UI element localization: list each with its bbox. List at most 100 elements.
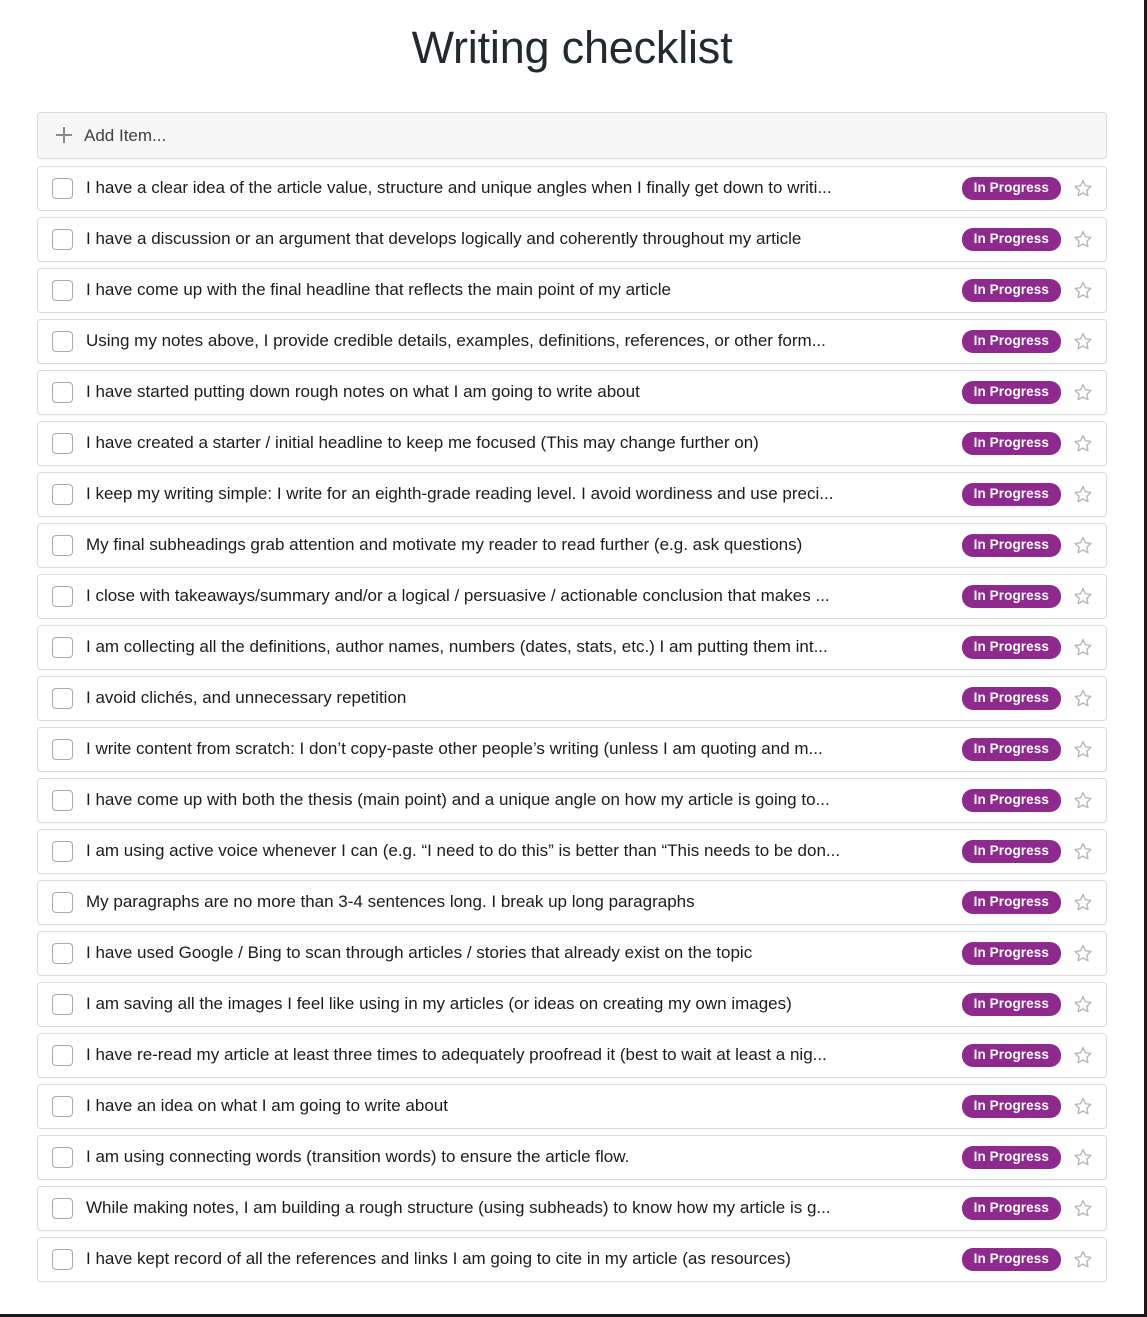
checklist-item-row[interactable]: I close with takeaways/summary and/or a …: [37, 573, 1107, 619]
star-outline-icon[interactable]: [1072, 1146, 1094, 1168]
checkbox-icon[interactable]: [52, 687, 73, 709]
checklist-item-row[interactable]: I have used Google / Bing to scan throug…: [37, 930, 1107, 976]
checkbox-icon[interactable]: [52, 993, 73, 1015]
checklist-item-row[interactable]: I have started putting down rough notes …: [37, 369, 1107, 415]
status-badge[interactable]: In Progress: [961, 636, 1061, 659]
star-outline-icon[interactable]: [1072, 738, 1094, 760]
checklist-item-row[interactable]: I have come up with the final headline t…: [37, 267, 1107, 313]
checklist-item-row[interactable]: I have a clear idea of the article value…: [37, 165, 1107, 211]
checkbox-icon[interactable]: [52, 1197, 73, 1219]
checklist-container: Add Item... I have a clear idea of the a…: [37, 111, 1107, 1282]
checklist-item-row[interactable]: I have a discussion or an argument that …: [37, 216, 1107, 262]
checklist-item-label: I have come up with the final headline t…: [86, 280, 671, 300]
checklist-item-row[interactable]: I have kept record of all the references…: [37, 1236, 1107, 1282]
checklist-item-row[interactable]: My paragraphs are no more than 3-4 sente…: [37, 879, 1107, 925]
checklist-item-row[interactable]: I keep my writing simple: I write for an…: [37, 471, 1107, 517]
checklist-item-label: I have a discussion or an argument that …: [86, 229, 802, 249]
star-outline-icon[interactable]: [1072, 279, 1094, 301]
checkbox-icon[interactable]: [52, 330, 73, 352]
status-badge[interactable]: In Progress: [961, 279, 1061, 302]
status-badge[interactable]: In Progress: [961, 993, 1061, 1016]
checklist-items: I have a clear idea of the article value…: [37, 165, 1107, 1282]
checkbox-icon[interactable]: [52, 636, 73, 658]
checkbox-icon[interactable]: [52, 483, 73, 505]
status-badge[interactable]: In Progress: [961, 1044, 1061, 1067]
status-badge[interactable]: In Progress: [961, 534, 1061, 557]
add-item-row[interactable]: Add Item...: [37, 111, 1107, 159]
checkbox-icon[interactable]: [52, 279, 73, 301]
checkbox-icon[interactable]: [52, 228, 73, 250]
checklist-item-label: I have an idea on what I am going to wri…: [86, 1096, 448, 1116]
checklist-item-label: I write content from scratch: I don’t co…: [86, 739, 823, 759]
checkbox-icon[interactable]: [52, 381, 73, 403]
star-outline-icon[interactable]: [1072, 636, 1094, 658]
star-outline-icon[interactable]: [1072, 942, 1094, 964]
checkbox-icon[interactable]: [52, 942, 73, 964]
status-badge[interactable]: In Progress: [961, 942, 1061, 965]
page-title: Writing checklist: [411, 22, 733, 73]
status-badge[interactable]: In Progress: [961, 381, 1061, 404]
checklist-item-row[interactable]: I am saving all the images I feel like u…: [37, 981, 1107, 1027]
star-outline-icon[interactable]: [1072, 177, 1094, 199]
checkbox-icon[interactable]: [52, 177, 73, 199]
checkbox-icon[interactable]: [52, 789, 73, 811]
checkbox-icon[interactable]: [52, 1044, 73, 1066]
status-badge[interactable]: In Progress: [961, 330, 1061, 353]
checklist-item-row[interactable]: Using my notes above, I provide credible…: [37, 318, 1107, 364]
status-badge[interactable]: In Progress: [961, 738, 1061, 761]
checkbox-icon[interactable]: [52, 1095, 73, 1117]
status-badge[interactable]: In Progress: [961, 1248, 1061, 1271]
star-outline-icon[interactable]: [1072, 534, 1094, 556]
checklist-item-row[interactable]: I avoid clichés, and unnecessary repetit…: [37, 675, 1107, 721]
status-badge[interactable]: In Progress: [961, 483, 1061, 506]
status-badge[interactable]: In Progress: [961, 1197, 1061, 1220]
checklist-item-label: Using my notes above, I provide credible…: [86, 331, 826, 351]
status-badge[interactable]: In Progress: [961, 177, 1061, 200]
checklist-item-label: I avoid clichés, and unnecessary repetit…: [86, 688, 407, 708]
star-outline-icon[interactable]: [1072, 432, 1094, 454]
status-badge[interactable]: In Progress: [961, 228, 1061, 251]
star-outline-icon[interactable]: [1072, 330, 1094, 352]
star-outline-icon[interactable]: [1072, 1044, 1094, 1066]
checklist-item-label: I have started putting down rough notes …: [86, 382, 640, 402]
status-badge[interactable]: In Progress: [961, 687, 1061, 710]
checkbox-icon[interactable]: [52, 1248, 73, 1270]
checklist-item-row[interactable]: While making notes, I am building a roug…: [37, 1185, 1107, 1231]
status-badge[interactable]: In Progress: [961, 891, 1061, 914]
checklist-item-row[interactable]: I am using connecting words (transition …: [37, 1134, 1107, 1180]
status-badge[interactable]: In Progress: [961, 789, 1061, 812]
checkbox-icon[interactable]: [52, 1146, 73, 1168]
status-badge[interactable]: In Progress: [961, 1146, 1061, 1169]
checklist-item-row[interactable]: I have created a starter / initial headl…: [37, 420, 1107, 466]
checkbox-icon[interactable]: [52, 738, 73, 760]
star-outline-icon[interactable]: [1072, 1197, 1094, 1219]
star-outline-icon[interactable]: [1072, 993, 1094, 1015]
status-badge[interactable]: In Progress: [961, 585, 1061, 608]
star-outline-icon[interactable]: [1072, 483, 1094, 505]
star-outline-icon[interactable]: [1072, 1248, 1094, 1270]
checklist-item-row[interactable]: I write content from scratch: I don’t co…: [37, 726, 1107, 772]
star-outline-icon[interactable]: [1072, 381, 1094, 403]
star-outline-icon[interactable]: [1072, 1095, 1094, 1117]
star-outline-icon[interactable]: [1072, 789, 1094, 811]
checklist-item-row[interactable]: I have come up with both the thesis (mai…: [37, 777, 1107, 823]
checkbox-icon[interactable]: [52, 534, 73, 556]
status-badge[interactable]: In Progress: [961, 840, 1061, 863]
star-outline-icon[interactable]: [1072, 585, 1094, 607]
checklist-item-row[interactable]: I have an idea on what I am going to wri…: [37, 1083, 1107, 1129]
checkbox-icon[interactable]: [52, 585, 73, 607]
star-outline-icon[interactable]: [1072, 891, 1094, 913]
checkbox-icon[interactable]: [52, 891, 73, 913]
checklist-item-row[interactable]: I am collecting all the definitions, aut…: [37, 624, 1107, 670]
checklist-item-row[interactable]: I am using active voice whenever I can (…: [37, 828, 1107, 874]
checkbox-icon[interactable]: [52, 840, 73, 862]
checklist-item-row[interactable]: I have re-read my article at least three…: [37, 1032, 1107, 1078]
checkbox-icon[interactable]: [52, 432, 73, 454]
checklist-item-label: I have come up with both the thesis (mai…: [86, 790, 830, 810]
checklist-item-row[interactable]: My final subheadings grab attention and …: [37, 522, 1107, 568]
star-outline-icon[interactable]: [1072, 687, 1094, 709]
status-badge[interactable]: In Progress: [961, 432, 1061, 455]
star-outline-icon[interactable]: [1072, 840, 1094, 862]
status-badge[interactable]: In Progress: [961, 1095, 1061, 1118]
star-outline-icon[interactable]: [1072, 228, 1094, 250]
